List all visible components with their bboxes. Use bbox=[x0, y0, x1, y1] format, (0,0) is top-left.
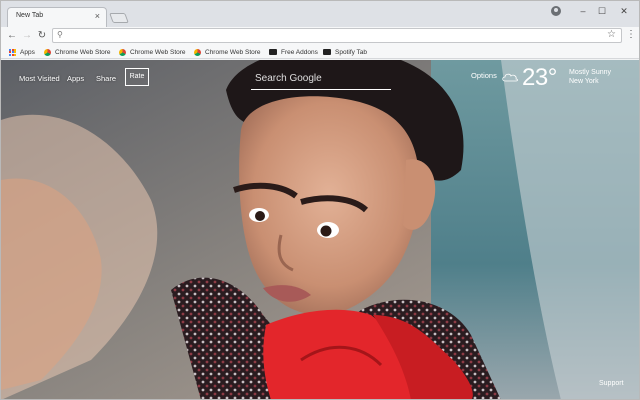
search-icon: ⚲ bbox=[57, 30, 63, 39]
tab-new-tab[interactable]: New Tab × bbox=[7, 7, 107, 27]
tab-title: New Tab bbox=[16, 12, 44, 19]
bookmark-chrome-web-store[interactable]: Chrome Web Store bbox=[119, 46, 186, 58]
bookmark-apps[interactable]: Apps bbox=[9, 46, 35, 58]
spotify-tab-icon bbox=[323, 49, 331, 55]
back-icon[interactable]: ← bbox=[6, 29, 18, 43]
forward-icon[interactable]: → bbox=[21, 29, 33, 43]
new-tab-button[interactable] bbox=[109, 13, 129, 23]
search-input[interactable] bbox=[255, 70, 385, 86]
bookmark-label: Apps bbox=[20, 48, 35, 56]
support-link[interactable]: Support bbox=[599, 380, 624, 387]
background-photo bbox=[1, 60, 639, 399]
bookmark-spotify-tab[interactable]: Spotify Tab bbox=[323, 46, 367, 58]
new-tab-page: Most Visited Apps Share Rate Options 23°… bbox=[1, 60, 639, 399]
browser-window: New Tab × – ☐ ✕ ← → ↻ ⚲ ☆ ⋮ Apps Chrome … bbox=[0, 0, 640, 400]
bookmark-free-addons[interactable]: Free Addons bbox=[269, 46, 318, 58]
tab-strip: New Tab × – ☐ ✕ bbox=[1, 1, 639, 27]
profile-icon[interactable] bbox=[551, 6, 561, 16]
bookmark-label: Chrome Web Store bbox=[205, 48, 261, 56]
cloud-icon bbox=[502, 73, 518, 82]
bookmark-label: Free Addons bbox=[281, 48, 318, 56]
apps-link[interactable]: Apps bbox=[67, 74, 84, 83]
chrome-web-store-icon bbox=[119, 48, 126, 56]
bookmark-label: Chrome Web Store bbox=[55, 48, 111, 56]
address-bar[interactable]: ⚲ ☆ bbox=[52, 28, 622, 43]
bookmarks-bar: Apps Chrome Web Store Chrome Web Store C… bbox=[1, 45, 639, 59]
free-addons-icon bbox=[269, 49, 277, 55]
minimize-icon[interactable]: – bbox=[576, 5, 590, 17]
chrome-web-store-icon bbox=[194, 48, 201, 56]
maximize-icon[interactable]: ☐ bbox=[595, 5, 609, 17]
share-link[interactable]: Share bbox=[96, 74, 116, 83]
browser-toolbar: ← → ↻ ⚲ ☆ ⋮ bbox=[1, 27, 639, 45]
weather-location: New York bbox=[569, 78, 599, 85]
temperature: 23° bbox=[522, 64, 557, 91]
rate-button[interactable]: Rate bbox=[125, 68, 149, 86]
search-box bbox=[251, 68, 391, 90]
close-window-icon[interactable]: ✕ bbox=[617, 5, 631, 17]
bookmark-label: Spotify Tab bbox=[335, 48, 368, 56]
tab-close-icon[interactable]: × bbox=[95, 11, 100, 21]
reload-icon[interactable]: ↻ bbox=[36, 29, 48, 43]
weather-condition: Mostly Sunny bbox=[569, 69, 612, 76]
options-link[interactable]: Options bbox=[471, 71, 497, 80]
bookmark-star-icon[interactable]: ☆ bbox=[607, 29, 616, 40]
apps-grid-icon bbox=[9, 48, 16, 56]
chrome-menu-icon[interactable]: ⋮ bbox=[626, 30, 636, 40]
chrome-web-store-icon bbox=[44, 48, 51, 56]
bookmark-chrome-web-store[interactable]: Chrome Web Store bbox=[44, 46, 111, 58]
bookmark-label: Chrome Web Store bbox=[130, 48, 186, 56]
most-visited-link[interactable]: Most Visited bbox=[19, 74, 60, 83]
bookmark-chrome-web-store[interactable]: Chrome Web Store bbox=[194, 46, 261, 58]
